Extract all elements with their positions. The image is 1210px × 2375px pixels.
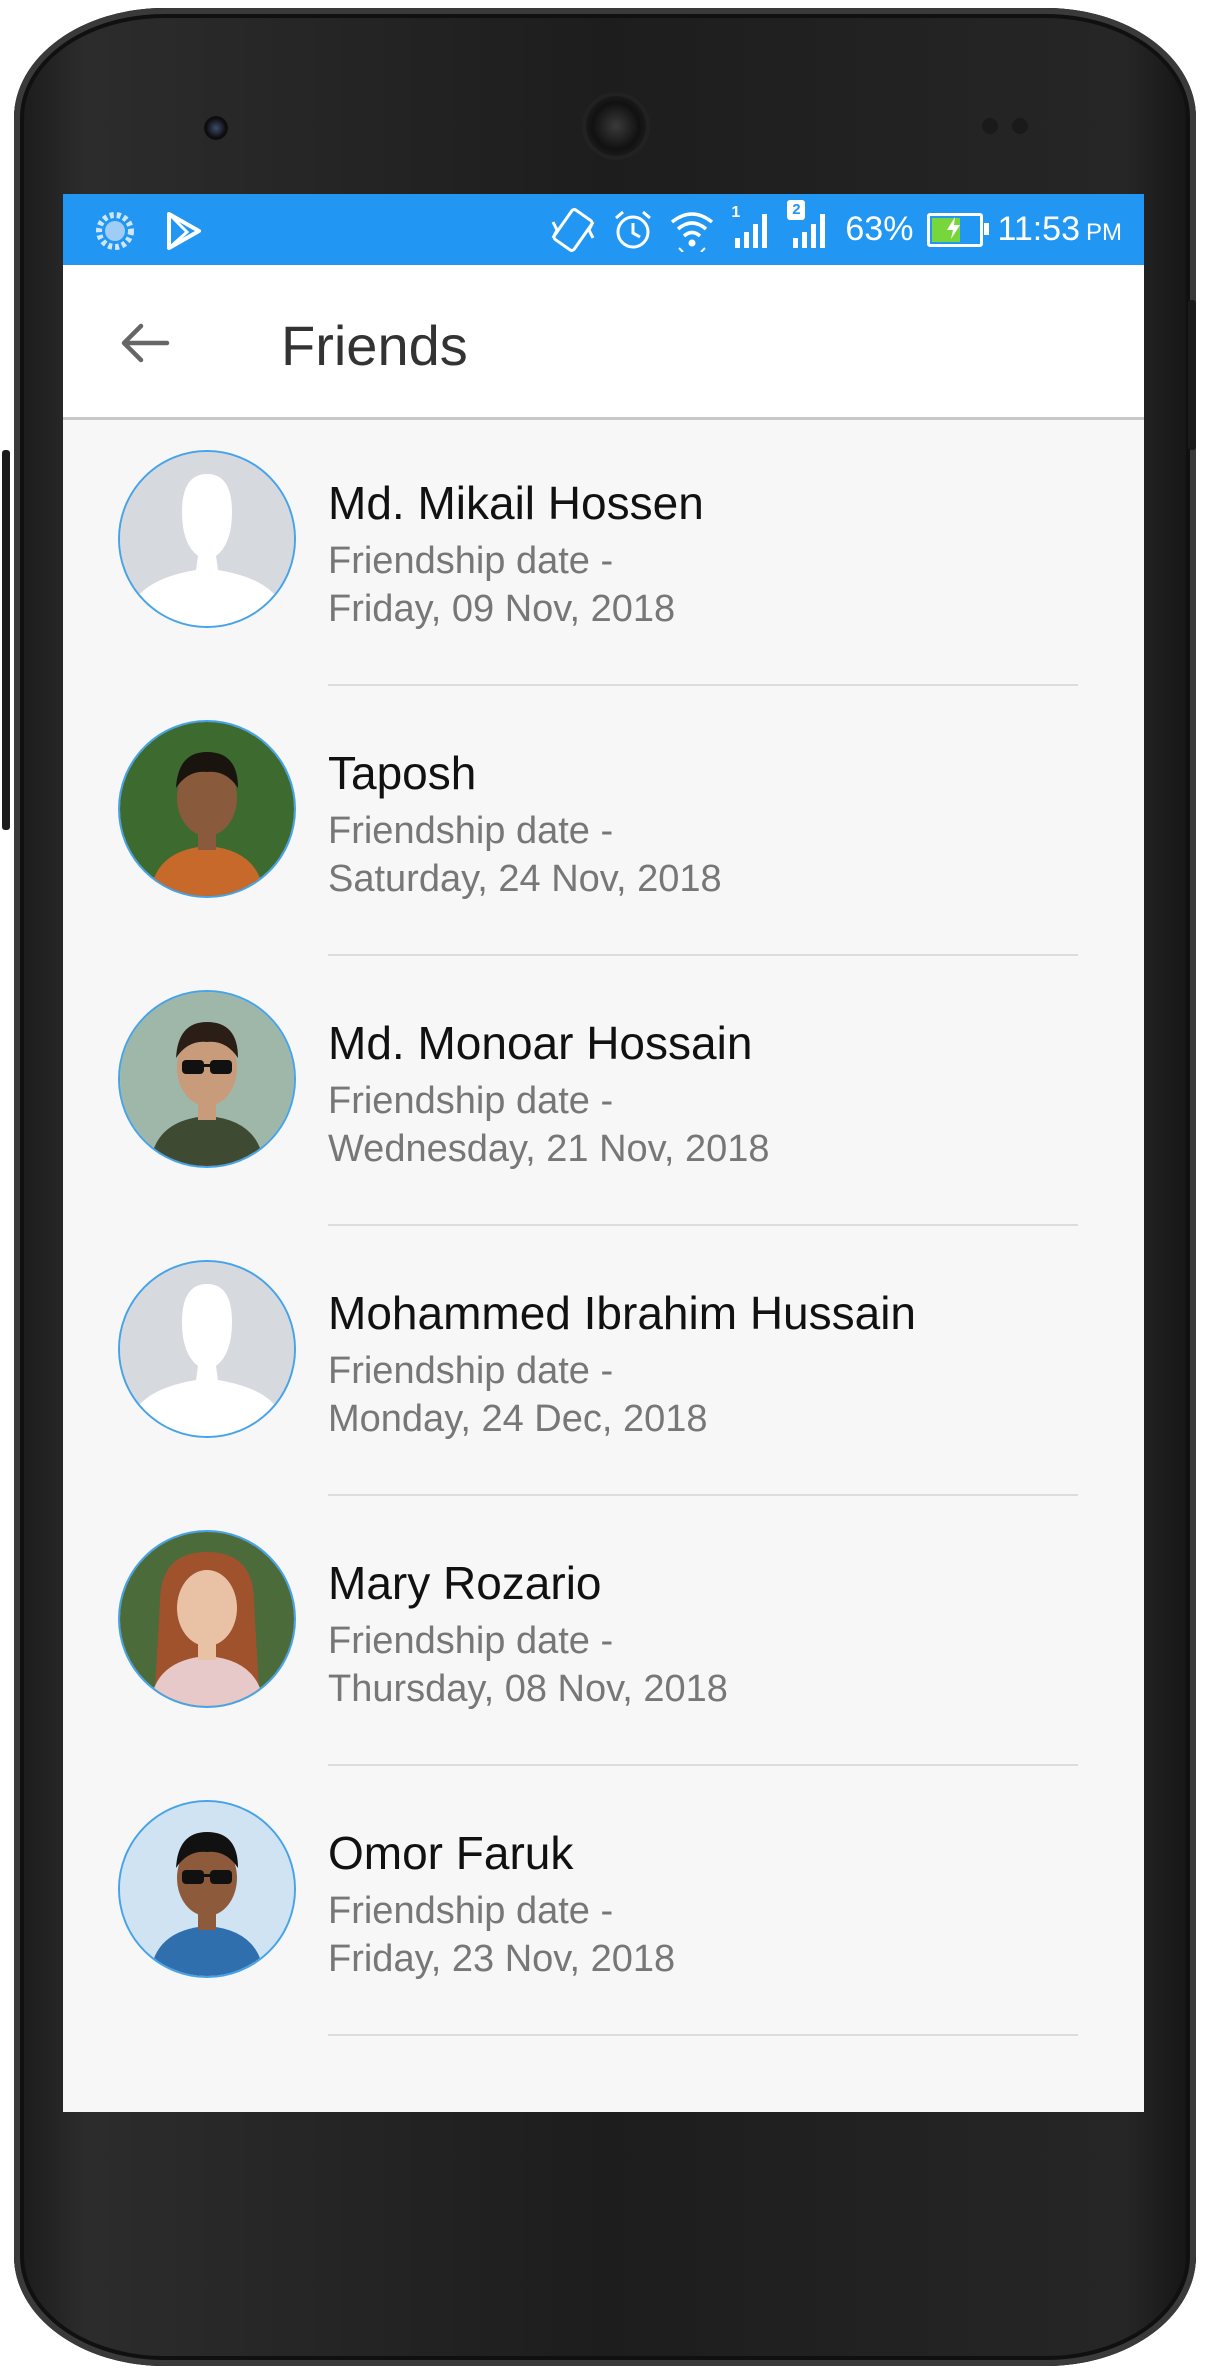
- avatar[interactable]: [118, 1800, 296, 1978]
- profile-photo: [120, 1532, 294, 1706]
- app-screen: 1 2 63% 11:53 PM Friends Md. Mikail Hoss…: [63, 194, 1144, 2112]
- sim2-badge: 2: [787, 199, 806, 220]
- alarm-icon: [615, 210, 652, 248]
- friendship-date-label: Friendship date -: [328, 1350, 614, 1392]
- play-store-icon: [167, 212, 201, 250]
- volume-button: [2, 450, 10, 830]
- friend-row[interactable]: Md. Monoar Hossain Friendship date - Wedne…: [63, 960, 1144, 1230]
- row-divider: [328, 684, 1078, 686]
- friendship-date: Saturday, 24 Nov, 2018: [328, 858, 722, 900]
- friend-row[interactable]: Mary Rozario Friendship date - Thursday, 0…: [63, 1500, 1144, 1770]
- friendship-date: Thursday, 08 Nov, 2018: [328, 1668, 728, 1710]
- clock: 11:53 PM: [997, 210, 1122, 249]
- row-divider: [328, 954, 1078, 956]
- app-bar: Friends: [63, 265, 1144, 420]
- row-divider: [328, 1494, 1078, 1496]
- arrow-back-icon: [121, 323, 170, 363]
- friendship-date: Wednesday, 21 Nov, 2018: [328, 1128, 770, 1170]
- friend-row[interactable]: Taposh Friendship date - Saturday, 24 Nov,…: [63, 690, 1144, 960]
- friendship-date-label: Friendship date -: [328, 1620, 614, 1662]
- friend-name: Mary Rozario: [328, 1557, 602, 1609]
- friend-name: Md. Monoar Hossain: [328, 1017, 753, 1069]
- profile-photo: [120, 992, 294, 1166]
- friendship-date: Friday, 23 Nov, 2018: [328, 1938, 676, 1980]
- avatar[interactable]: [118, 990, 296, 1168]
- default-user-icon: [120, 452, 294, 626]
- sim1-label: 1: [731, 203, 741, 221]
- page-title: Friends: [281, 314, 468, 377]
- wifi-icon: [671, 211, 714, 252]
- profile-photo: [120, 722, 294, 896]
- friendship-date-label: Friendship date -: [328, 810, 614, 852]
- earpiece-speaker: [586, 96, 646, 156]
- clock-time: 11:53: [997, 210, 1080, 248]
- signal-sim2-icon: 2: [787, 199, 831, 252]
- loading-icon: [96, 212, 134, 250]
- battery-percent: 63%: [845, 210, 914, 248]
- friendship-date-label: Friendship date -: [328, 1080, 614, 1122]
- friendship-date-label: Friendship date -: [328, 1890, 614, 1932]
- row-divider: [328, 2034, 1078, 2036]
- friend-row[interactable]: Md. Mikail Hossen Friendship date - Friday…: [63, 420, 1144, 690]
- friend-name: Md. Mikail Hossen: [328, 477, 704, 529]
- friend-name: Taposh: [328, 747, 477, 799]
- friend-name: Mohammed Ibrahim Hussain: [328, 1287, 917, 1339]
- charging-bolt-icon: [947, 216, 961, 239]
- friend-row[interactable]: Mohammed Ibrahim Hussain Friendship date …: [63, 1230, 1144, 1500]
- friendship-date-label: Friendship date -: [328, 540, 614, 582]
- avatar-placeholder[interactable]: [118, 450, 296, 628]
- avatar-placeholder[interactable]: [118, 1260, 296, 1438]
- vibrate-icon: [552, 207, 595, 252]
- friendship-date: Monday, 24 Dec, 2018: [328, 1398, 708, 1440]
- friend-name: Omor Faruk: [328, 1827, 574, 1879]
- back-button[interactable]: [117, 315, 173, 371]
- power-button: [1188, 300, 1196, 450]
- clock-ampm: PM: [1086, 219, 1122, 246]
- row-divider: [328, 1764, 1078, 1766]
- avatar[interactable]: [118, 720, 296, 898]
- front-camera: [204, 116, 228, 140]
- row-divider: [328, 1224, 1078, 1226]
- proximity-sensor: [982, 118, 998, 134]
- avatar[interactable]: [118, 1530, 296, 1708]
- status-bar: 1 2 63% 11:53 PM: [63, 194, 1144, 265]
- friend-row[interactable]: Omor Faruk Friendship date - Friday, 23 No…: [63, 1770, 1144, 2040]
- light-sensor: [1012, 118, 1028, 134]
- profile-photo: [120, 1802, 294, 1976]
- signal-sim1-icon: 1: [729, 204, 773, 252]
- default-user-icon: [120, 1262, 294, 1436]
- friendship-date: Friday, 09 Nov, 2018: [328, 588, 676, 630]
- battery-icon: [927, 212, 990, 247]
- friends-list: Md. Mikail Hossen Friendship date - Friday…: [63, 420, 1144, 2040]
